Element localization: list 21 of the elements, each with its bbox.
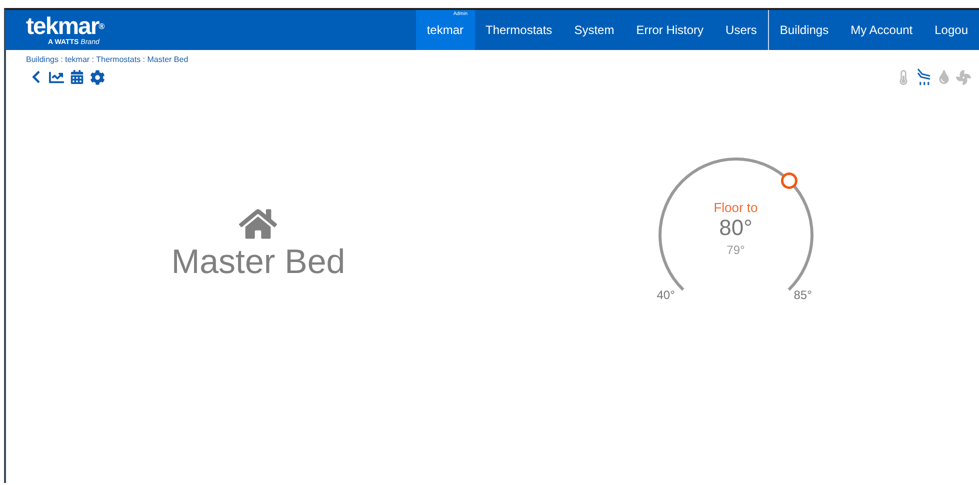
setpoint-handle[interactable] xyxy=(780,172,798,188)
nav-tab[interactable]: Users xyxy=(714,10,768,50)
dial-max-label: 85° xyxy=(794,288,812,302)
chart-button[interactable] xyxy=(46,70,67,84)
nav-tab[interactable]: My Account xyxy=(840,10,924,50)
logo: tekmar® xyxy=(26,14,106,38)
nav-tab[interactable]: Buildings xyxy=(768,10,840,50)
dial-label: Floor to xyxy=(714,200,758,214)
nav-tab[interactable]: System xyxy=(563,10,626,50)
fan-icon xyxy=(956,70,971,84)
nav-tab[interactable]: Logou xyxy=(924,10,979,50)
setpoint-value: 80° xyxy=(719,214,752,240)
zone-name: Master Bed xyxy=(171,243,346,282)
floor-heat-icon xyxy=(916,68,932,86)
nav-tab[interactable]: Thermostats xyxy=(474,10,564,50)
dial-min-label: 40° xyxy=(656,288,675,302)
water-drop-icon xyxy=(937,70,951,84)
nav-tab[interactable]: Error History xyxy=(625,10,715,50)
mode-button[interactable] xyxy=(916,68,932,86)
current-temperature: 79° xyxy=(726,242,745,256)
breadcrumb[interactable]: Buildings : tekmar : Thermostats : Master Bed xyxy=(26,55,979,64)
